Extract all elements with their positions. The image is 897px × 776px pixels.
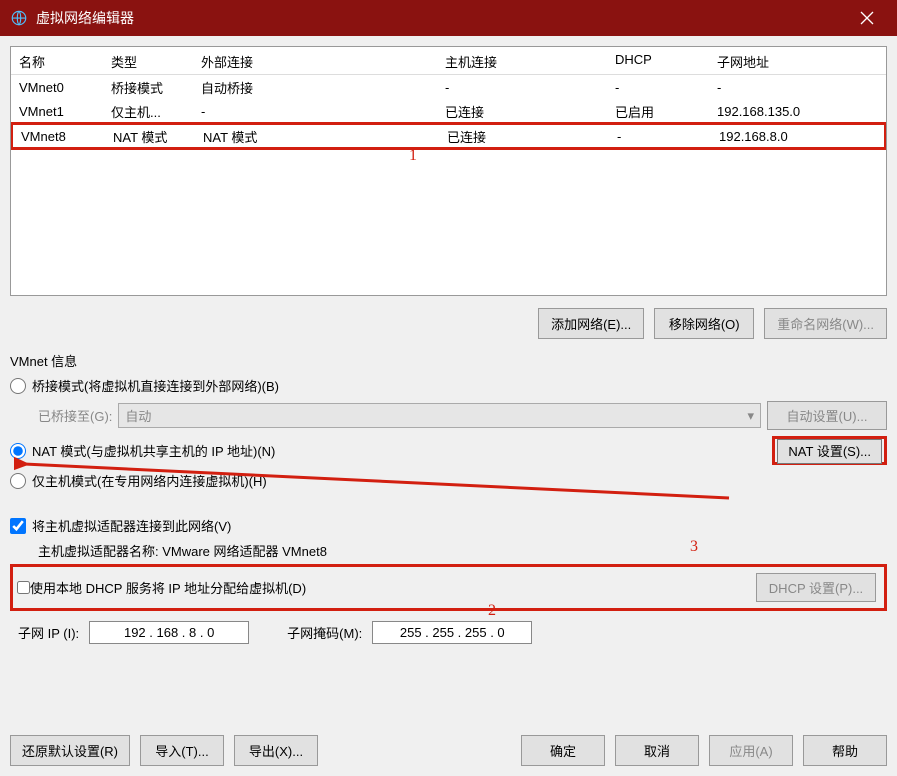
globe-icon (8, 7, 30, 29)
close-icon[interactable] (845, 0, 889, 36)
add-network-button[interactable]: 添加网络(E)... (538, 308, 644, 339)
subnet-mask-label: 子网掩码(M): (287, 623, 362, 642)
auto-setting-button: 自动设置(U)... (767, 401, 887, 430)
cell-subnet: 192.168.8.0 (711, 127, 841, 146)
cell-host: 已连接 (437, 100, 607, 123)
cell-type: NAT 模式 (105, 125, 195, 148)
restore-defaults-button[interactable]: 还原默认设置(R) (10, 735, 130, 766)
dialog-bottom-buttons: 还原默认设置(R) 导入(T)... 导出(X)... 确定 取消 应用(A) … (10, 735, 887, 766)
dhcp-row-highlight: 使用本地 DHCP 服务将 IP 地址分配给虚拟机(D) DHCP 设置(P).… (10, 564, 887, 611)
table-row[interactable]: VMnet1 仅主机... - 已连接 已启用 192.168.135.0 (11, 99, 886, 123)
connect-adapter-checkbox[interactable] (10, 518, 26, 534)
table-header: 名称 类型 外部连接 主机连接 DHCP 子网地址 (11, 47, 886, 75)
nat-mode-row: NAT 模式(与虚拟机共享主机的 IP 地址)(N) NAT 设置(S)... (10, 436, 887, 465)
cell-ext: NAT 模式 (195, 125, 439, 148)
dhcp-checkbox[interactable] (17, 581, 30, 594)
bridge-to-dropdown[interactable]: 自动 ▾ (118, 403, 761, 428)
nat-setting-highlight: NAT 设置(S)... (772, 436, 887, 465)
bridge-mode-radio[interactable] (10, 378, 26, 394)
window-title: 虚拟网络编辑器 (36, 8, 845, 28)
help-button[interactable]: 帮助 (803, 735, 887, 766)
titlebar: 虚拟网络编辑器 (0, 0, 897, 36)
nat-mode-radio[interactable] (10, 443, 26, 459)
adapter-name-label: 主机虚拟适配器名称: VMware 网络适配器 VMnet8 (38, 541, 327, 560)
apply-button: 应用(A) (709, 735, 793, 766)
connect-adapter-label: 将主机虚拟适配器连接到此网络(V) (32, 516, 231, 535)
import-button[interactable]: 导入(T)... (140, 735, 224, 766)
table-body: VMnet0 桥接模式 自动桥接 - - - VMnet1 仅主机... - 已… (11, 75, 886, 150)
dropdown-value: 自动 (125, 406, 151, 425)
cell-type: 桥接模式 (103, 76, 193, 99)
table-row[interactable]: VMnet0 桥接模式 自动桥接 - - - (11, 75, 886, 99)
cell-type: 仅主机... (103, 100, 193, 123)
annotation-2: 2 (488, 602, 496, 620)
cell-ext: - (193, 102, 437, 121)
th-host[interactable]: 主机连接 (437, 47, 607, 74)
bridge-mode-label: 桥接模式(将虚拟机直接连接到外部网络)(B) (32, 376, 279, 395)
hostonly-mode-radio[interactable] (10, 473, 26, 489)
subnet-mask-input[interactable]: 255 . 255 . 255 . 0 (372, 621, 532, 644)
nat-mode-label: NAT 模式(与虚拟机共享主机的 IP 地址)(N) (32, 441, 275, 460)
cell-dhcp: - (609, 127, 711, 146)
bridge-to-label: 已桥接至(G): (38, 406, 112, 425)
subnet-ip-input[interactable]: 192 . 168 . 8 . 0 (89, 621, 249, 644)
th-ext[interactable]: 外部连接 (193, 47, 437, 74)
subnet-row: 子网 IP (I): 192 . 168 . 8 . 0 子网掩码(M): 25… (10, 621, 887, 644)
cell-host: - (437, 78, 607, 97)
annotation-1: 1 (409, 147, 417, 165)
th-dhcp[interactable]: DHCP (607, 47, 709, 74)
cell-dhcp: - (607, 78, 709, 97)
ok-button[interactable]: 确定 (521, 735, 605, 766)
dhcp-setting-button: DHCP 设置(P)... (756, 573, 876, 602)
rename-network-button: 重命名网络(W)... (764, 308, 887, 339)
cell-name: VMnet8 (13, 127, 105, 146)
table-row[interactable]: VMnet8 NAT 模式 NAT 模式 已连接 - 192.168.8.0 (10, 122, 887, 150)
cell-subnet: 192.168.135.0 (709, 102, 839, 121)
cancel-button[interactable]: 取消 (615, 735, 699, 766)
cell-dhcp: 已启用 (607, 100, 709, 123)
vmnet-info-section: VMnet 信息 桥接模式(将虚拟机直接连接到外部网络)(B) 已桥接至(G):… (10, 351, 887, 644)
dialog-content: 名称 类型 外部连接 主机连接 DHCP 子网地址 VMnet0 桥接模式 自动… (0, 36, 897, 776)
remove-network-button[interactable]: 移除网络(O) (654, 308, 754, 339)
chevron-down-icon: ▾ (747, 408, 754, 424)
hostonly-mode-label: 仅主机模式(在专用网络内连接虚拟机)(H) (32, 471, 267, 490)
vmnet-table[interactable]: 名称 类型 外部连接 主机连接 DHCP 子网地址 VMnet0 桥接模式 自动… (10, 46, 887, 296)
th-name[interactable]: 名称 (11, 47, 103, 74)
cell-subnet: - (709, 78, 839, 97)
hostonly-mode-row: 仅主机模式(在专用网络内连接虚拟机)(H) (10, 471, 887, 490)
export-button[interactable]: 导出(X)... (234, 735, 318, 766)
cell-name: VMnet0 (11, 78, 103, 97)
annotation-3: 3 (690, 538, 698, 556)
dhcp-label: 使用本地 DHCP 服务将 IP 地址分配给虚拟机(D) (30, 578, 306, 597)
adapter-name-row: 主机虚拟适配器名称: VMware 网络适配器 VMnet8 (38, 541, 887, 560)
group-label: VMnet 信息 (10, 351, 887, 370)
bridge-mode-radio-row: 桥接模式(将虚拟机直接连接到外部网络)(B) (10, 376, 887, 395)
cell-name: VMnet1 (11, 102, 103, 121)
cell-host: 已连接 (439, 125, 609, 148)
bridge-to-row: 已桥接至(G): 自动 ▾ 自动设置(U)... (38, 401, 887, 430)
th-type[interactable]: 类型 (103, 47, 193, 74)
table-buttons: 添加网络(E)... 移除网络(O) 重命名网络(W)... (10, 308, 887, 339)
subnet-ip-label: 子网 IP (I): (18, 623, 79, 642)
th-subnet[interactable]: 子网地址 (709, 47, 839, 74)
cell-ext: 自动桥接 (193, 76, 437, 99)
nat-setting-button[interactable]: NAT 设置(S)... (777, 439, 882, 464)
connect-adapter-row: 将主机虚拟适配器连接到此网络(V) (10, 516, 887, 535)
